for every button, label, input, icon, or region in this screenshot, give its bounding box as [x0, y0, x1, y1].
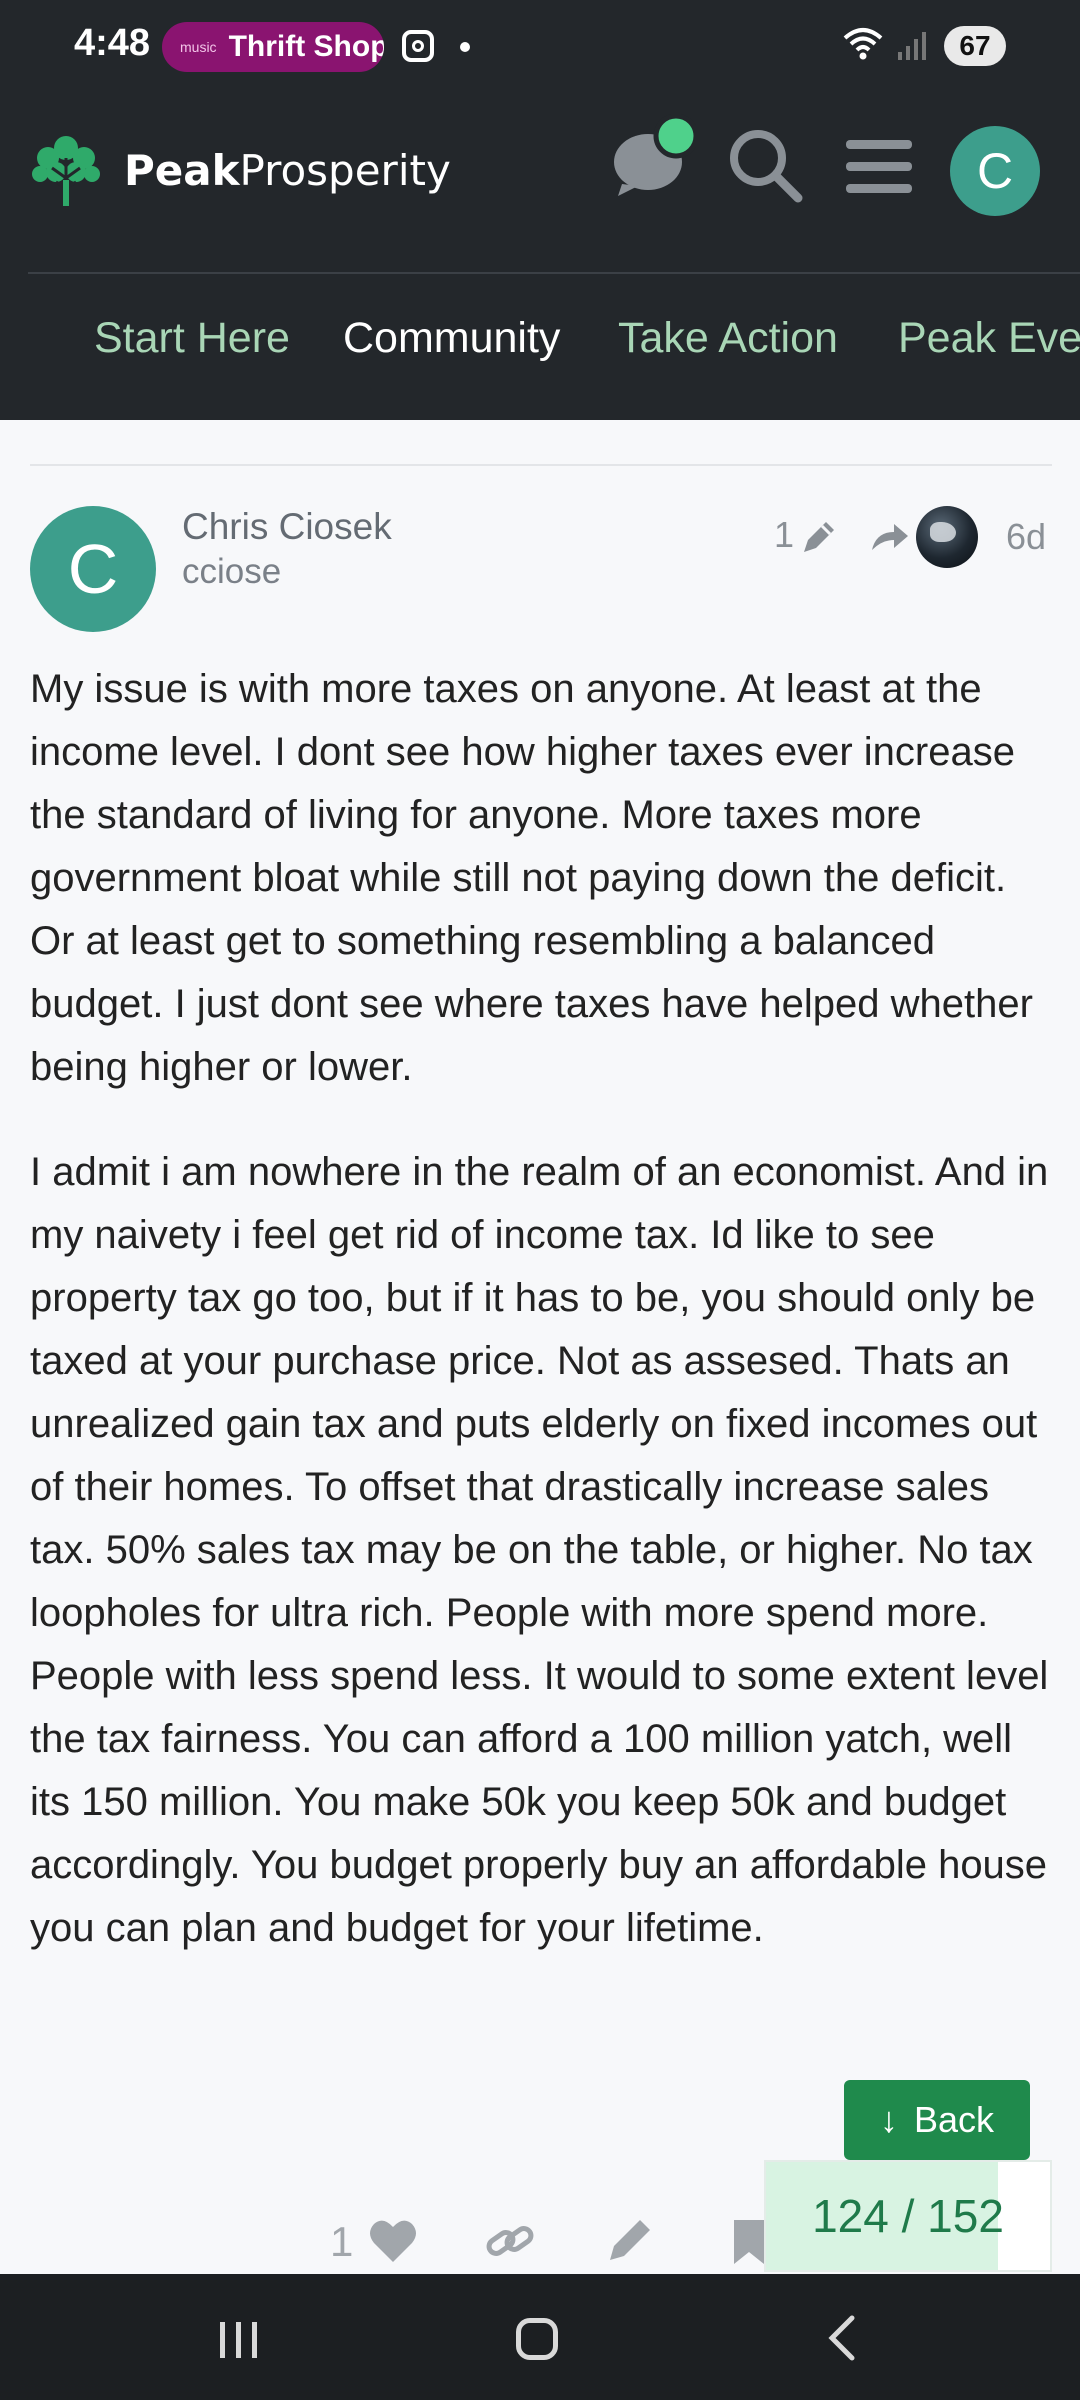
battery-indicator: 67 [944, 26, 1006, 66]
back-button[interactable]: ↓ Back [844, 2080, 1030, 2160]
heart-icon[interactable] [368, 2218, 418, 2264]
back-nav-icon[interactable] [826, 2314, 856, 2362]
edit-history-icon[interactable] [798, 518, 838, 558]
music-label: music [180, 39, 217, 55]
edit-count[interactable]: 1 [774, 514, 794, 556]
reply-to-avatar[interactable] [916, 506, 978, 568]
nav-start-here[interactable]: Start Here [94, 314, 290, 363]
like-count[interactable]: 1 [330, 2218, 353, 2266]
wifi-icon [843, 28, 883, 60]
post-paragraph: I admit i am nowhere in the realm of an … [30, 1150, 1049, 1950]
now-playing-pill[interactable]: music Thrift Shop [162, 22, 384, 72]
nav-peak-events[interactable]: Peak Eve [898, 314, 1080, 363]
bookmark-icon[interactable] [732, 2218, 766, 2266]
post-body: My issue is with more taxes on anyone. A… [30, 658, 1060, 2002]
brand-bold: Peak [124, 146, 240, 195]
post-author-avatar[interactable]: C [30, 506, 156, 632]
current-user-avatar[interactable]: C [950, 126, 1040, 216]
progress-text: 124 / 152 [812, 2190, 1004, 2242]
post-author-username[interactable]: cciose [182, 552, 281, 592]
post-divider [30, 464, 1052, 466]
post-age[interactable]: 6d [1006, 516, 1046, 558]
hamburger-menu-icon[interactable] [846, 138, 912, 196]
back-button-label: Back [913, 2099, 995, 2140]
post-author-name[interactable]: Chris Ciosek [182, 506, 392, 548]
instagram-icon [402, 30, 434, 62]
peak-prosperity-logo-icon[interactable] [26, 128, 106, 208]
nav-community[interactable]: Community [343, 314, 560, 363]
chat-icon[interactable] [612, 114, 696, 198]
search-icon[interactable] [728, 128, 804, 204]
status-bar: 4:48 music Thrift Shop 67 [0, 0, 1080, 86]
brand-name[interactable]: PeakProsperity [124, 146, 451, 195]
brand-regular: Prosperity [239, 146, 451, 195]
edit-post-icon[interactable] [604, 2214, 656, 2266]
recent-apps-icon[interactable] [218, 2320, 260, 2360]
notification-dot-icon [460, 42, 470, 52]
topic-progress[interactable]: 124 / 152 [764, 2160, 1052, 2272]
site-header: PeakProsperity C Start Here Community Ta… [0, 86, 1080, 420]
signal-icon [898, 32, 926, 60]
link-icon[interactable] [484, 2218, 536, 2264]
nav-take-action[interactable]: Take Action [618, 314, 838, 363]
status-time: 4:48 [74, 22, 151, 64]
now-playing-text: Thrift Shop [228, 30, 384, 63]
arrow-down-icon: ↓ [879, 2099, 898, 2140]
home-icon[interactable] [516, 2318, 558, 2360]
header-divider [28, 272, 1080, 274]
post-paragraph: My issue is with more taxes on anyone. A… [30, 667, 1033, 1089]
primary-nav: Start Here Community Take Action Peak Ev… [0, 314, 1080, 374]
reply-to-icon[interactable] [868, 520, 910, 556]
system-nav-bar [0, 2274, 1080, 2400]
